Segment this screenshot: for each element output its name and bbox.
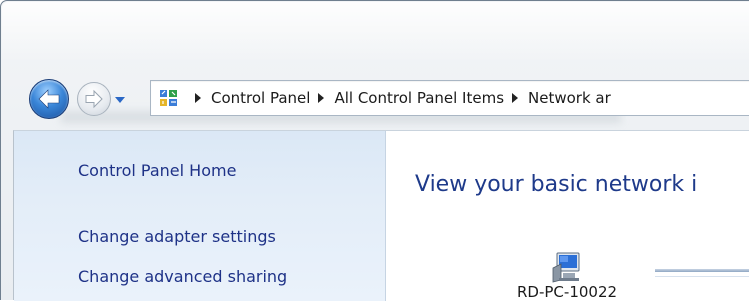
computer-name-label[interactable]: RD-PC-10022 bbox=[517, 283, 617, 301]
breadcrumb-network[interactable]: Network ar bbox=[528, 89, 611, 107]
frame-glass bbox=[2, 2, 749, 62]
breadcrumb-all-items[interactable]: All Control Panel Items bbox=[334, 89, 504, 107]
breadcrumb-separator[interactable] bbox=[512, 93, 519, 103]
recent-pages-button[interactable] bbox=[113, 92, 127, 106]
breadcrumb: Control Panel All Control Panel Items Ne… bbox=[187, 81, 611, 115]
computer-icon bbox=[552, 252, 580, 283]
chevron-down-icon bbox=[115, 97, 125, 103]
forward-button[interactable] bbox=[77, 82, 111, 116]
page-title: View your basic network i bbox=[415, 172, 698, 197]
content-area: Control Panel Home Change adapter settin… bbox=[13, 130, 749, 301]
breadcrumb-separator[interactable] bbox=[318, 93, 325, 103]
sidebar-item-control-panel-home[interactable]: Control Panel Home bbox=[78, 161, 236, 180]
sidebar-item-change-adapter-settings[interactable]: Change adapter settings bbox=[78, 227, 276, 246]
address-bar[interactable]: Control Panel All Control Panel Items Ne… bbox=[150, 80, 749, 116]
sidebar: Control Panel Home Change adapter settin… bbox=[14, 131, 386, 301]
control-panel-icon bbox=[160, 90, 177, 106]
forward-arrow-icon bbox=[85, 89, 103, 109]
network-connection-line-shadow bbox=[655, 276, 749, 277]
network-connection-line bbox=[655, 269, 749, 272]
navigation-bar: Control Panel All Control Panel Items Ne… bbox=[29, 70, 749, 128]
sidebar-item-change-advanced-sharing[interactable]: Change advanced sharing bbox=[78, 267, 287, 286]
breadcrumb-separator[interactable] bbox=[195, 93, 201, 103]
breadcrumb-control-panel[interactable]: Control Panel bbox=[211, 89, 310, 107]
back-arrow-icon bbox=[38, 89, 60, 109]
back-button[interactable] bbox=[29, 79, 69, 119]
